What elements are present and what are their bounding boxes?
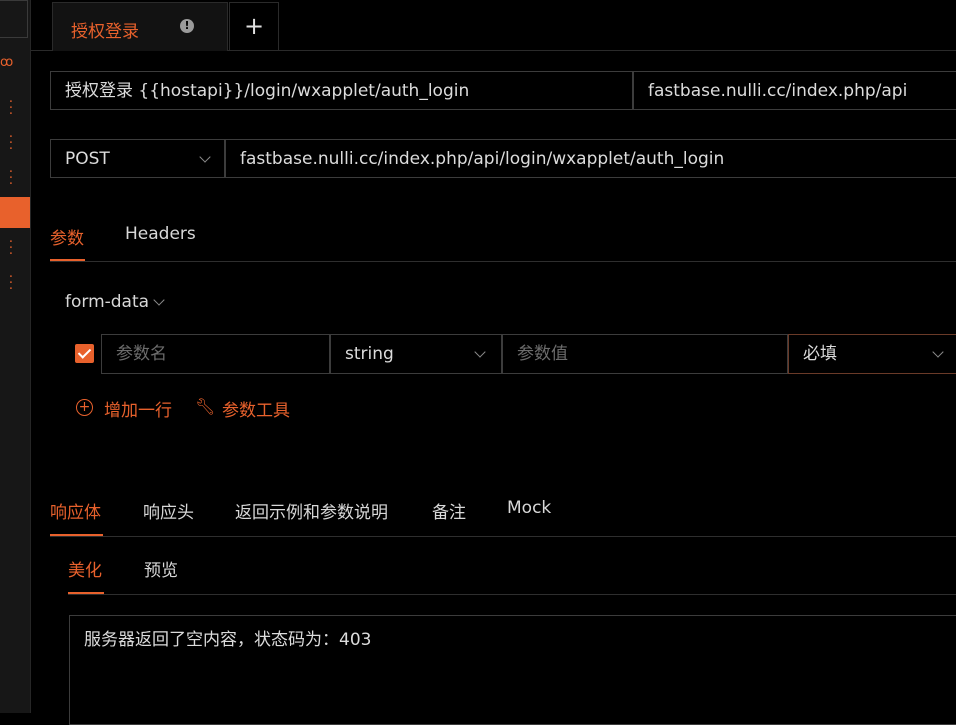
method-value: POST: [65, 149, 110, 169]
tab-preview[interactable]: 预览: [144, 556, 178, 581]
alert-circle-icon: !: [180, 19, 194, 33]
chevron-down-icon: [153, 294, 165, 306]
active-tab-indicator: [50, 259, 85, 261]
tab-beautify[interactable]: 美化: [68, 556, 102, 581]
more-vertical-icon[interactable]: · · ·: [6, 271, 16, 296]
add-row-button[interactable]: 增加一行: [104, 396, 172, 421]
active-tab-indicator: [50, 534, 103, 536]
tab-response-example[interactable]: 返回示例和参数说明: [235, 498, 388, 523]
api-name-path-field[interactable]: 授权登录 {{hostapi}}/login/wxapplet/auth_log…: [50, 71, 633, 110]
api-host-field[interactable]: fastbase.nulli.cc/index.php/api: [633, 71, 956, 110]
param-required-value: 必填: [803, 344, 837, 364]
tab-headers[interactable]: Headers: [125, 224, 196, 244]
more-vertical-icon[interactable]: · · ·: [6, 96, 16, 121]
tab-auth-login[interactable]: 授权登录 !: [52, 2, 228, 51]
add-circle-icon: +: [76, 399, 93, 416]
chevron-down-icon: [474, 346, 486, 358]
tab-notes[interactable]: 备注: [432, 498, 466, 523]
more-vertical-icon[interactable]: · · ·: [6, 166, 16, 191]
sidebar-item-active[interactable]: [0, 197, 30, 228]
param-name-input[interactable]: 参数名: [101, 334, 330, 374]
tab-bar: 授权登录 ! +: [31, 0, 956, 51]
method-select[interactable]: POST: [50, 139, 225, 178]
param-value-input[interactable]: 参数值: [502, 334, 788, 374]
response-body-panel: 服务器返回了空内容，状态码为：403: [69, 615, 956, 725]
full-url-field[interactable]: fastbase.nulli.cc/index.php/api/login/wx…: [225, 139, 956, 178]
request-section-tabs: 参数 Headers: [50, 210, 956, 262]
response-message: 服务器返回了空内容，状态码为：403: [84, 630, 372, 650]
active-tab-indicator: [68, 592, 104, 594]
sidebar-link-icon[interactable]: ꝏ: [0, 56, 13, 80]
more-vertical-icon[interactable]: · · ·: [6, 131, 16, 156]
body-type-select[interactable]: form-data: [65, 292, 165, 312]
sidebar: ꝏ · · · · · · · · · · · · · · ·: [0, 0, 31, 713]
tab-response-headers[interactable]: 响应头: [143, 498, 194, 523]
param-tools-button[interactable]: 参数工具: [222, 396, 290, 421]
tab-label: 授权登录: [71, 22, 139, 42]
param-type-value: string: [345, 344, 394, 364]
tab-response-body[interactable]: 响应体: [50, 498, 101, 523]
param-type-select[interactable]: string: [330, 334, 502, 374]
more-vertical-icon[interactable]: · · ·: [6, 236, 16, 261]
chevron-down-icon: [199, 151, 211, 163]
response-tabs: 响应体 响应头 返回示例和参数说明 备注 Mock: [50, 488, 956, 537]
param-enabled-checkbox[interactable]: [75, 344, 94, 363]
wrench-icon: 🔧︎: [195, 397, 216, 416]
chevron-down-icon: [932, 346, 944, 358]
view-tabs: 美化 预览: [68, 545, 956, 595]
tab-params[interactable]: 参数: [50, 224, 84, 249]
body-type-value: form-data: [65, 292, 150, 312]
sidebar-top-box[interactable]: [0, 0, 28, 38]
param-required-select[interactable]: 必填: [788, 334, 956, 374]
tab-mock[interactable]: Mock: [507, 498, 551, 518]
add-tab-button[interactable]: +: [229, 2, 279, 51]
